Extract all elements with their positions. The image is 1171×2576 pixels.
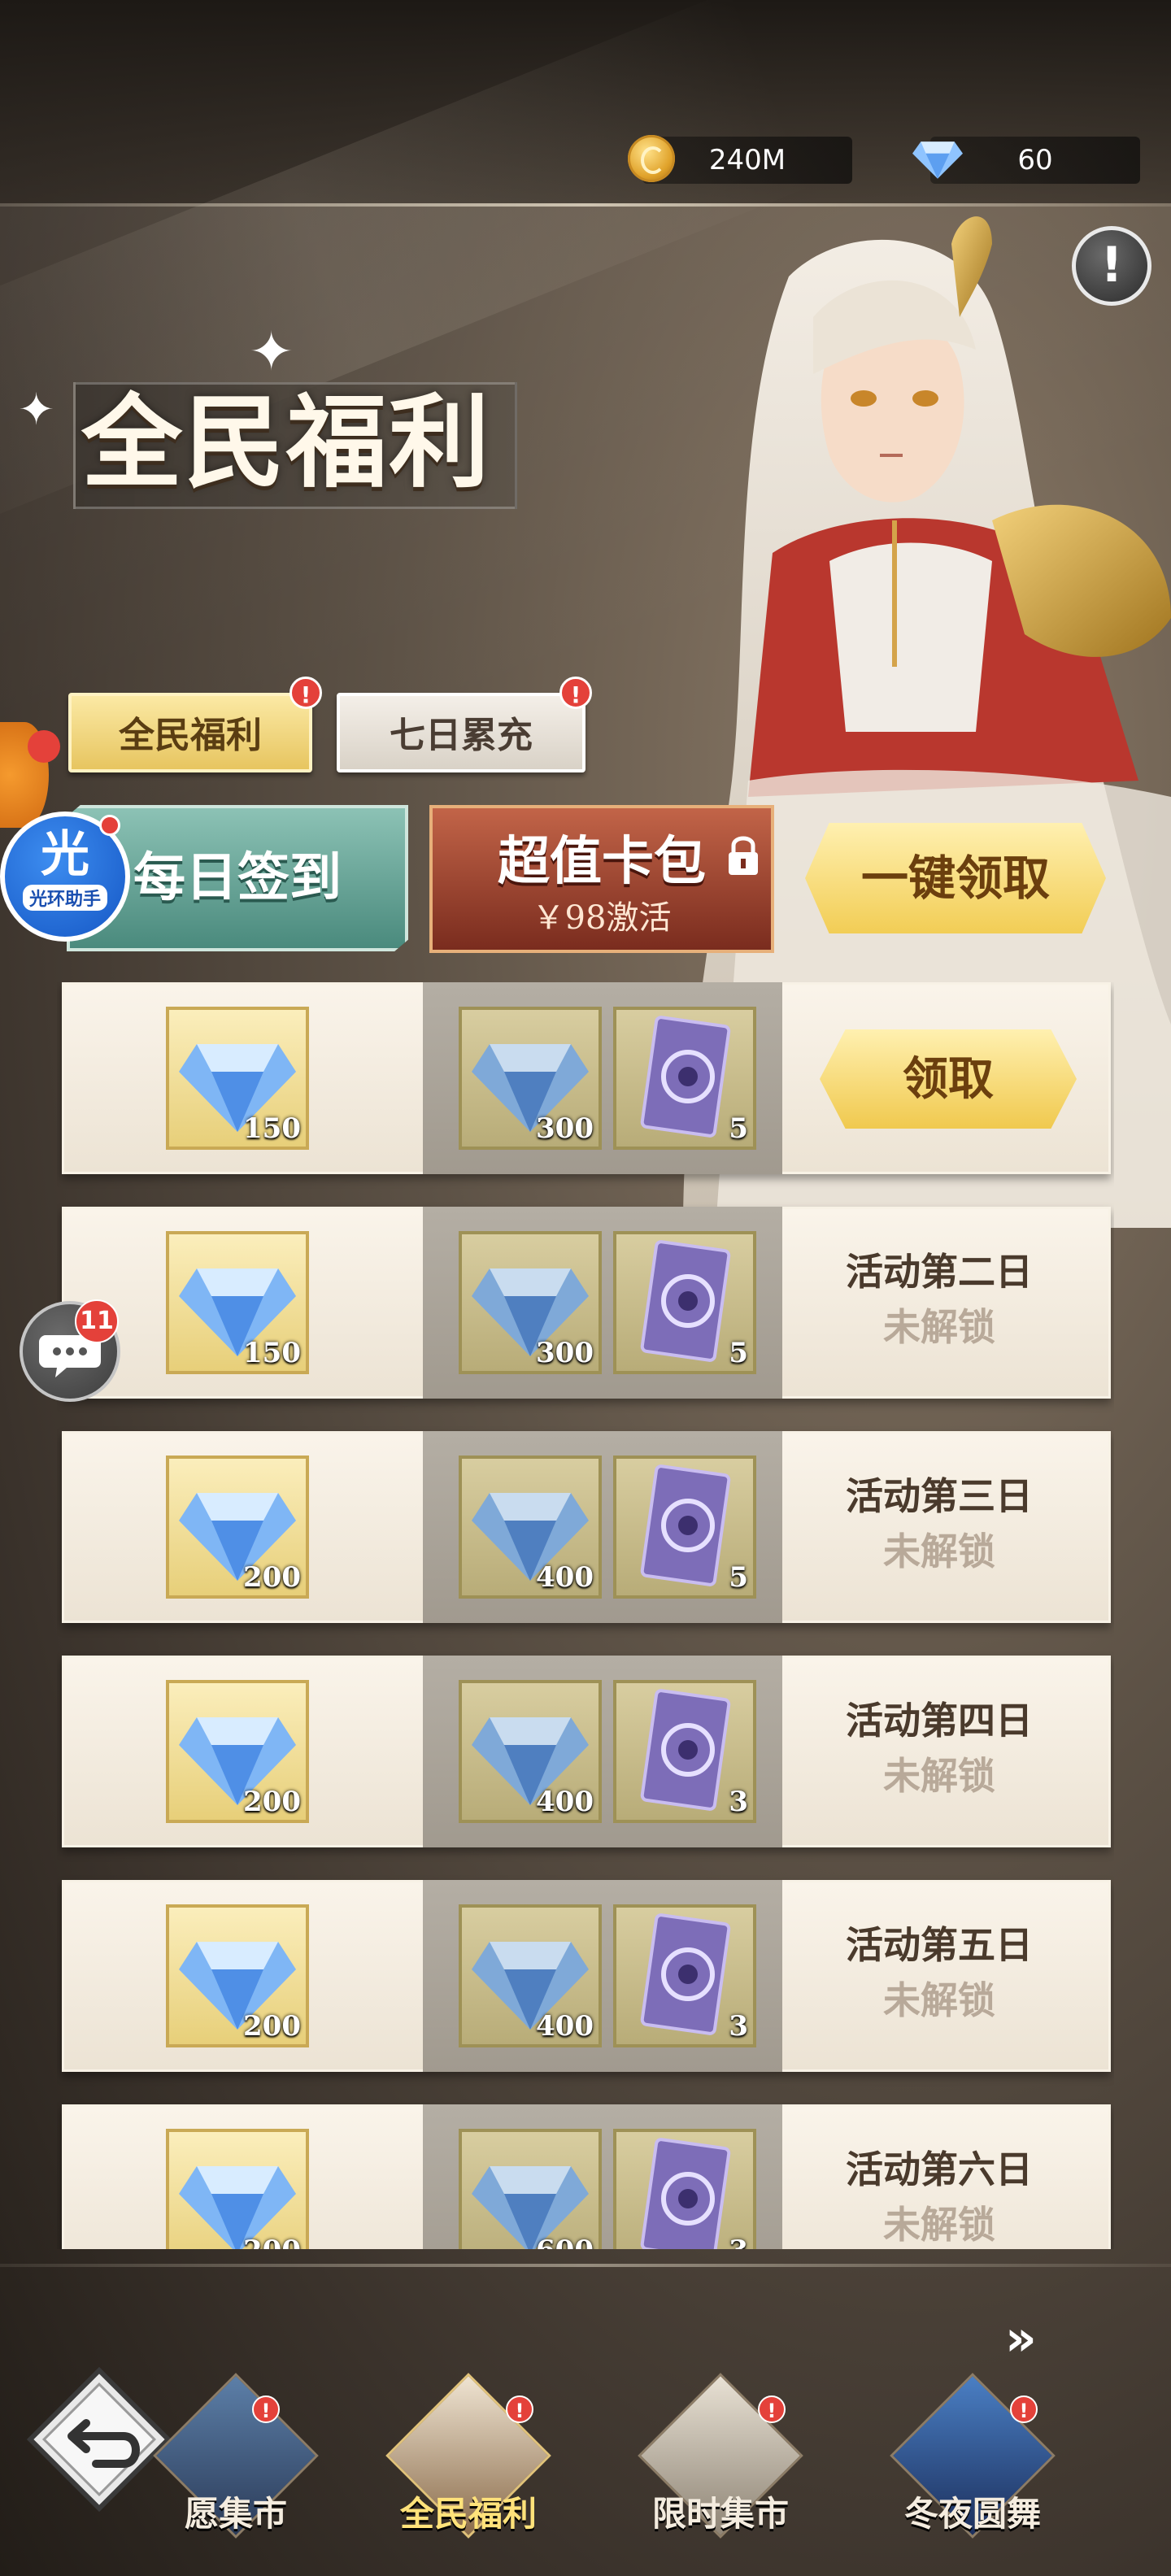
claim-all-label: 一键领取 <box>860 851 1050 906</box>
paid-gem-qty: 300 <box>536 1337 594 1369</box>
gem-counter[interactable]: 60 <box>912 137 1140 184</box>
reward-row: 200 400 5 活动第三日 未解锁 <box>57 1431 1114 1626</box>
free-gem-qty: 200 <box>243 1786 301 1818</box>
day-label: 活动第三日 <box>846 1474 1033 1518</box>
reward-row: 200 600 3 活动第六日 未解锁 <box>57 2104 1114 2249</box>
lock-icon <box>729 836 758 875</box>
paid-gem-item[interactable]: 600 <box>459 2129 602 2249</box>
gem-value: 60 <box>1017 144 1053 176</box>
paid-gem-qty: 300 <box>536 1112 594 1145</box>
paid-card-qty: 5 <box>729 1561 748 1594</box>
chevron-right-icon[interactable]: » <box>1005 2314 1054 2363</box>
claim-label: 领取 <box>903 1052 994 1106</box>
nav-item-limited-market[interactable]: ! 限时集市 <box>607 2358 834 2553</box>
chat-badge: 11 <box>75 1299 119 1343</box>
paid-card-qty: 3 <box>729 2234 748 2249</box>
paid-gem-item[interactable]: 300 <box>459 1231 602 1374</box>
free-gem-item[interactable]: 150 <box>166 1231 309 1374</box>
paid-card-item[interactable]: 5 <box>613 1456 756 1599</box>
gold-counter[interactable]: 240M <box>628 135 852 184</box>
gem-icon <box>472 2166 589 2249</box>
sparkle-icon: ✦ <box>249 320 294 383</box>
daily-signin-label: 每日签到 <box>133 847 342 908</box>
nav-welfare-badge: ! <box>506 2395 533 2423</box>
paid-gem-qty: 600 <box>536 2234 594 2249</box>
nav-market-badge: ! <box>252 2395 280 2423</box>
nav-winter-dance-label: 冬夜圆舞 <box>903 2494 1041 2534</box>
paid-gem-item[interactable]: 400 <box>459 1680 602 1823</box>
free-gem-item[interactable]: 200 <box>166 1456 309 1599</box>
nav-market-label: 愿集市 <box>184 2494 287 2534</box>
free-gem-qty: 200 <box>243 2010 301 2043</box>
paid-gem-item[interactable]: 300 <box>459 1007 602 1150</box>
tab-seven-day[interactable]: 七日累充 <box>337 693 586 772</box>
lock-status: 未解锁 <box>883 1530 995 1573</box>
paid-card-item[interactable]: 3 <box>613 2129 756 2249</box>
paid-gem-qty: 400 <box>536 2010 594 2043</box>
tab-seven-day-badge: ! <box>559 677 592 709</box>
day-label: 活动第六日 <box>846 2147 1033 2191</box>
lock-status: 未解锁 <box>883 1305 995 1349</box>
paid-gem-qty: 400 <box>536 1561 594 1594</box>
gold-value: 240M <box>708 144 786 176</box>
paid-card-item[interactable]: 5 <box>613 1007 756 1150</box>
free-gem-item[interactable]: 200 <box>166 1904 309 2047</box>
sparkle-icon: ✦ <box>18 384 55 435</box>
gem-icon <box>179 2166 296 2249</box>
claim-button[interactable]: 领取 <box>820 1029 1077 1129</box>
claim-all-button[interactable]: 一键领取 <box>805 823 1106 933</box>
free-gem-item[interactable]: 150 <box>166 1007 309 1150</box>
nav-limited-market-label: 限时集市 <box>651 2494 789 2534</box>
nav-item-market[interactable]: ! 愿集市 <box>122 2358 350 2553</box>
nav-item-winter-dance[interactable]: ! 冬夜圆舞 <box>859 2358 1086 2553</box>
reward-row: 150 300 5 活动第二日 未解锁 <box>57 1207 1114 1402</box>
nav-limited-market-badge: ! <box>758 2395 786 2423</box>
nav-item-welfare[interactable]: ! 全民福利 <box>355 2358 582 2553</box>
lock-status: 未解锁 <box>883 1978 995 2022</box>
tab-welfare-badge: ! <box>289 677 322 709</box>
paid-card-qty: 3 <box>729 1786 748 1818</box>
paid-card-qty: 3 <box>729 2010 748 2043</box>
paid-card-item[interactable]: 5 <box>613 1231 756 1374</box>
nav-welfare-label: 全民福利 <box>399 2494 537 2534</box>
assistant-label: 光环助手 <box>22 885 107 911</box>
page-title: 全民福利 <box>81 384 492 502</box>
paid-card-qty: 5 <box>729 1337 748 1369</box>
reward-row: 200 400 3 活动第四日 未解锁 <box>57 1656 1114 1851</box>
free-gem-qty: 200 <box>243 1561 301 1594</box>
card-pack-button[interactable]: 超值卡包 ￥98激活 <box>429 805 774 953</box>
day-label: 活动第四日 <box>846 1699 1033 1743</box>
free-gem-item[interactable]: 200 <box>166 2129 309 2249</box>
tab-welfare-label: 全民福利 <box>119 715 262 756</box>
assistant-dot <box>99 815 120 836</box>
nav-winter-dance-badge: ! <box>1010 2395 1038 2423</box>
free-gem-item[interactable]: 200 <box>166 1680 309 1823</box>
free-gem-qty: 200 <box>243 2234 301 2249</box>
paid-gem-qty: 400 <box>536 1786 594 1818</box>
paid-card-qty: 5 <box>729 1112 748 1145</box>
card-pack-price: ￥98激活 <box>532 899 672 937</box>
lock-status: 未解锁 <box>883 1754 995 1798</box>
paid-card-item[interactable]: 3 <box>613 1904 756 2047</box>
reward-list[interactable]: 150 300 5 领取 150 300 5 活动第二日 未解锁 200 400… <box>57 982 1114 2249</box>
notification-dot <box>28 730 60 763</box>
tab-seven-day-label: 七日累充 <box>390 715 533 756</box>
tab-welfare[interactable]: 全民福利 <box>68 693 312 772</box>
free-gem-qty: 150 <box>243 1112 301 1145</box>
day-label: 活动第五日 <box>846 1923 1033 1967</box>
reward-row: 150 300 5 领取 <box>57 982 1114 1177</box>
nav-divider <box>0 2264 1171 2267</box>
reward-row: 200 400 3 活动第五日 未解锁 <box>57 1880 1114 2075</box>
lock-status: 未解锁 <box>883 2203 995 2247</box>
paid-card-item[interactable]: 3 <box>613 1680 756 1823</box>
header-divider <box>0 203 1171 207</box>
free-gem-qty: 150 <box>243 1337 301 1369</box>
summon-card-icon <box>640 2138 731 2249</box>
paid-gem-item[interactable]: 400 <box>459 1904 602 2047</box>
day-label: 活动第二日 <box>846 1250 1033 1294</box>
paid-gem-item[interactable]: 400 <box>459 1456 602 1599</box>
card-pack-title: 超值卡包 <box>498 831 706 892</box>
